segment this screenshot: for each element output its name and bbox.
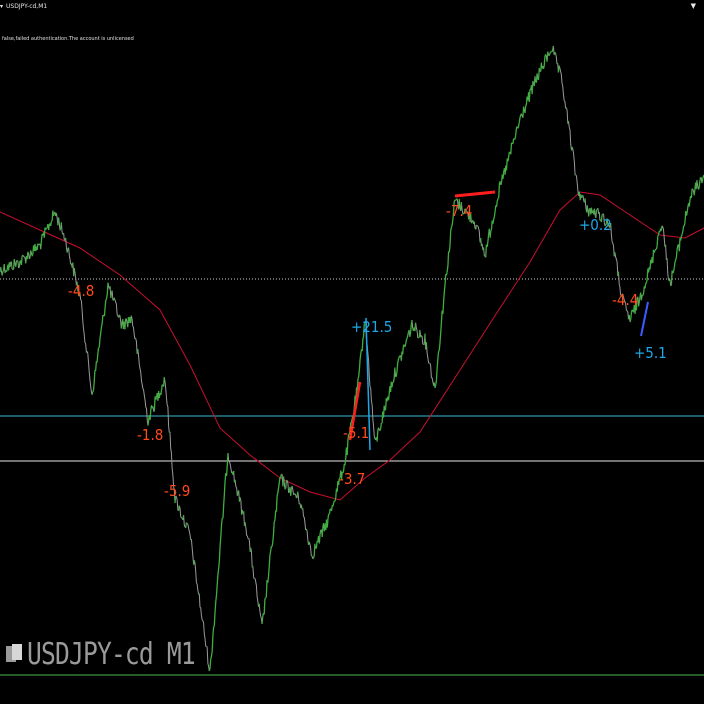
trade-label: -5.9 — [164, 482, 190, 500]
trade-label: +0.2 — [579, 216, 612, 234]
trade-line-loss — [454, 190, 496, 198]
trade-label: -3.7 — [339, 470, 365, 488]
trade-label: +5.1 — [634, 344, 667, 362]
price-up-segments — [0, 45, 704, 672]
trade-label: -7.4 — [446, 202, 472, 220]
trade-line-profit-2 — [640, 301, 649, 337]
watermark-text: USDJPY-cd M1 — [27, 636, 196, 672]
trade-label: -4.4 — [612, 291, 638, 309]
price-down-segments — [0, 45, 703, 672]
trade-label: -4.8 — [68, 282, 94, 300]
moving-average-layer — [0, 191, 704, 501]
price-series-layer — [0, 45, 704, 672]
trade-label: -1.8 — [137, 426, 163, 444]
symbol-watermark: USDJPY-cd M1 — [6, 634, 232, 674]
watermark-logo-icon — [6, 644, 22, 664]
moving-average-line — [0, 191, 704, 501]
trade-label: -5.1 — [343, 424, 369, 442]
trade-label: +21.5 — [351, 318, 392, 336]
price-chart[interactable]: -4.8 -1.8 -5.9 -3.7 -5.1 +21.5 -7.4 +0.2 -4.4 +5.… — [0, 0, 704, 704]
